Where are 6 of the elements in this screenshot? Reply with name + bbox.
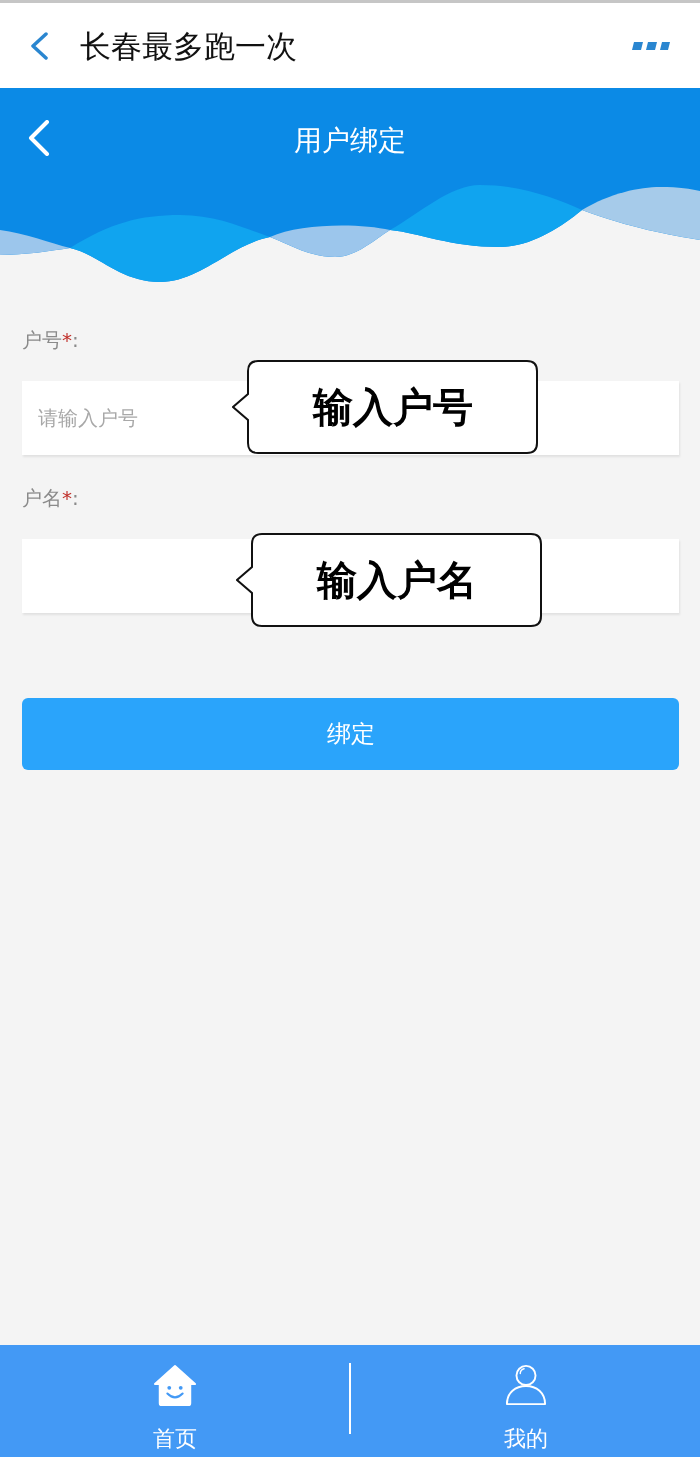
field-label: 户号*: <box>22 328 79 352</box>
hint-tooltip: 输入户号 <box>232 360 538 454</box>
hint-tooltip: 输入户名 <box>236 533 542 627</box>
app-title: 长春最多跑一次 <box>80 26 297 66</box>
field-label: 户名*: <box>22 486 79 510</box>
page-title: 用户绑定 <box>294 122 406 159</box>
